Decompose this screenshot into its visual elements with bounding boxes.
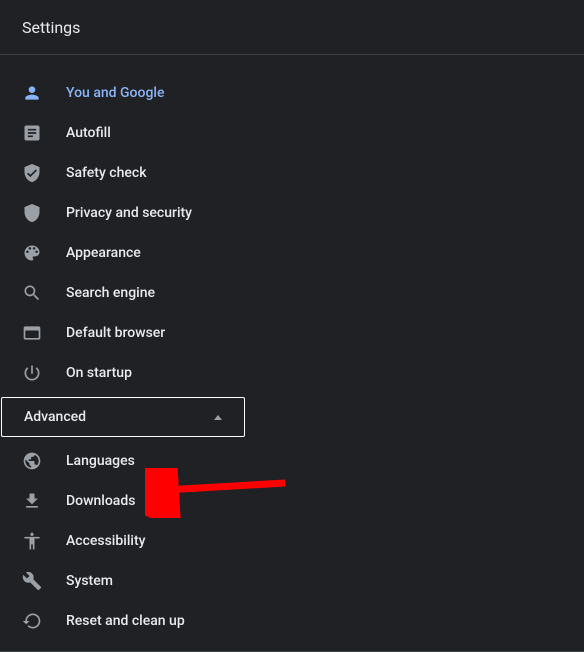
privacy-icon (22, 203, 42, 223)
appearance-icon (22, 243, 42, 263)
nav-default-browser[interactable]: Default browser (0, 313, 584, 353)
nav-system[interactable]: System (0, 561, 584, 601)
power-icon (22, 363, 42, 383)
reset-icon (22, 611, 42, 631)
nav-accessibility[interactable]: Accessibility (0, 521, 584, 561)
nav-autofill[interactable]: Autofill (0, 113, 584, 153)
nav-appearance[interactable]: Appearance (0, 233, 584, 273)
globe-icon (22, 451, 42, 471)
nav-privacy-security[interactable]: Privacy and security (0, 193, 584, 233)
download-icon (22, 491, 42, 511)
system-icon (22, 571, 42, 591)
settings-header: Settings (0, 0, 584, 55)
accessibility-icon (22, 531, 42, 551)
nav-search-engine[interactable]: Search engine (0, 273, 584, 313)
advanced-label: Advanced (24, 409, 86, 425)
nav-downloads[interactable]: Downloads (0, 481, 584, 521)
nav-safety-check[interactable]: Safety check (0, 153, 584, 193)
nav-label: Privacy and security (66, 205, 192, 221)
nav-on-startup[interactable]: On startup (0, 353, 584, 393)
nav-label: Downloads (66, 493, 135, 509)
page-title: Settings (22, 18, 80, 37)
caret-up-icon (214, 415, 222, 420)
nav-you-and-google[interactable]: You and Google (0, 73, 584, 113)
nav-label: Default browser (66, 325, 165, 341)
nav-label: Appearance (66, 245, 141, 261)
browser-icon (22, 323, 42, 343)
nav-label: Accessibility (66, 533, 145, 549)
settings-nav: You and Google Autofill Safety check Pri… (0, 55, 584, 652)
person-icon (22, 83, 42, 103)
autofill-icon (22, 123, 42, 143)
nav-label: You and Google (66, 85, 164, 101)
nav-languages[interactable]: Languages (0, 441, 584, 481)
nav-label: Safety check (66, 165, 147, 181)
safety-check-icon (22, 163, 42, 183)
nav-label: Search engine (66, 285, 155, 301)
nav-label: Languages (66, 453, 135, 469)
nav-label: Autofill (66, 125, 111, 141)
nav-reset-cleanup[interactable]: Reset and clean up (0, 601, 584, 641)
nav-label: Reset and clean up (66, 613, 185, 629)
nav-label: On startup (66, 365, 132, 381)
nav-label: System (66, 573, 113, 589)
search-icon (22, 283, 42, 303)
advanced-toggle[interactable]: Advanced (1, 397, 245, 437)
